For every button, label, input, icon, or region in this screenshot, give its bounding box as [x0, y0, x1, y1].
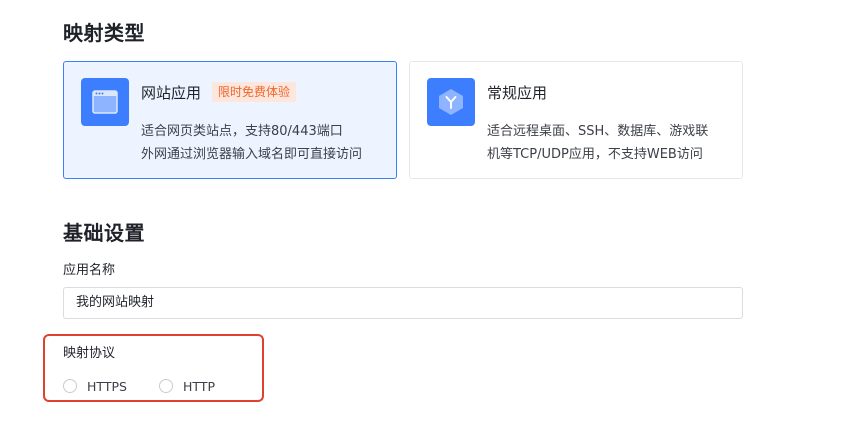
- free-trial-badge: 限时免费体验: [212, 82, 297, 102]
- protocol-label: 映射协议: [63, 346, 116, 361]
- create-mapping-page: 映射类型 网站应用 限时免费体验 适合网页类站点，支持80/443端口 外网通过…: [0, 0, 850, 423]
- radio-label-http: HTTP: [183, 378, 215, 394]
- app-name-label: 应用名称: [63, 263, 116, 278]
- browser-window-icon: [81, 78, 129, 126]
- radio-circle-icon[interactable]: [159, 379, 173, 393]
- web-app-desc-line2: 外网通过浏览器输入域名即可直接访问: [141, 147, 363, 162]
- web-app-card[interactable]: 网站应用 限时免费体验 适合网页类站点，支持80/443端口 外网通过浏览器输入…: [63, 61, 397, 179]
- radio-label-https: HTTPS: [87, 378, 127, 394]
- basic-settings-title: 基础设置: [63, 221, 145, 245]
- general-app-name: 常规应用: [487, 84, 548, 102]
- general-app-desc-line1: 适合远程桌面、SSH、数据库、游戏联: [487, 124, 709, 139]
- general-app-desc-line2: 机等TCP/UDP应用，不支持WEB访问: [487, 147, 703, 162]
- web-app-desc-line1: 适合网页类站点，支持80/443端口: [141, 124, 343, 139]
- app-name-input[interactable]: 我的网站映射: [63, 287, 743, 319]
- general-app-card[interactable]: 常规应用 适合远程桌面、SSH、数据库、游戏联 机等TCP/UDP应用，不支持W…: [409, 61, 743, 179]
- mapping-type-title: 映射类型: [63, 21, 145, 45]
- web-app-description: 适合网页类站点，支持80/443端口 外网通过浏览器输入域名即可直接访问: [141, 120, 387, 166]
- protocol-radio-https[interactable]: HTTPS: [63, 377, 127, 395]
- protocol-radio-http[interactable]: HTTP: [159, 377, 215, 395]
- radio-circle-icon[interactable]: [63, 379, 77, 393]
- general-app-description: 适合远程桌面、SSH、数据库、游戏联 机等TCP/UDP应用，不支持WEB访问: [487, 120, 733, 166]
- hexagon-y-icon: [427, 78, 475, 126]
- web-app-name: 网站应用: [141, 84, 202, 102]
